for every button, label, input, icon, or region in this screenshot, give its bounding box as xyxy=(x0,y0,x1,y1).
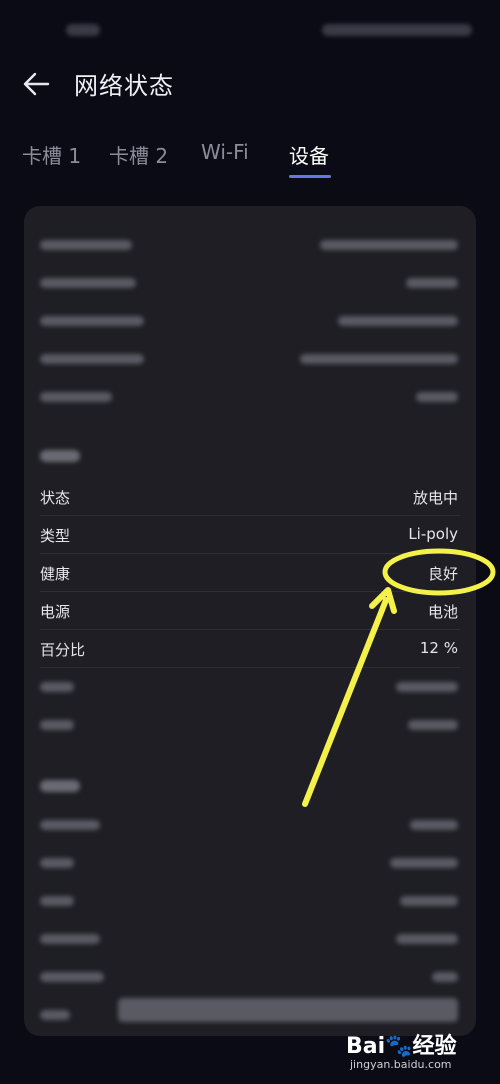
row-value: 良好 xyxy=(427,565,458,583)
status-icons xyxy=(322,24,472,36)
tab-wifi[interactable]: Wi-Fi xyxy=(201,140,249,164)
row-value: 电池 xyxy=(427,603,458,621)
row-label: 类型 xyxy=(40,527,71,545)
status-time xyxy=(66,24,100,36)
blurred-section-heading xyxy=(40,450,80,462)
blurred-row xyxy=(24,844,476,882)
row-label: 百分比 xyxy=(40,641,86,659)
app-header: 网络状态 xyxy=(0,56,500,112)
battery-health-row: 健康 良好 xyxy=(24,554,476,592)
battery-type-row: 类型 Li-poly xyxy=(24,516,476,554)
baidu-watermark: Bai🐾经验 jingyan.baidu.com xyxy=(346,1026,486,1076)
tab-bar: 卡槽 1 卡槽 2 Wi-Fi 设备 xyxy=(0,140,500,184)
page-title: 网络状态 xyxy=(74,72,174,100)
blurred-row xyxy=(24,302,476,340)
tab-sim-slot-1[interactable]: 卡槽 1 xyxy=(22,140,81,169)
blurred-row xyxy=(24,378,476,416)
row-value: Li-poly xyxy=(408,525,458,543)
blurred-row xyxy=(24,668,476,706)
row-value: 12 % xyxy=(419,639,458,657)
row-label: 健康 xyxy=(40,565,71,583)
tab-sim-slot-2[interactable]: 卡槽 2 xyxy=(109,140,168,169)
back-arrow-icon[interactable] xyxy=(20,68,52,100)
blurred-row xyxy=(24,806,476,844)
battery-status-row: 状态 放电中 xyxy=(24,478,476,516)
blurred-row xyxy=(24,882,476,920)
blurred-row xyxy=(24,264,476,302)
blurred-row xyxy=(24,920,476,958)
watermark-logo: Bai🐾经验 xyxy=(346,1034,457,1059)
blurred-row xyxy=(24,340,476,378)
blurred-section-heading xyxy=(40,780,80,792)
status-bar xyxy=(0,0,500,56)
blurred-row xyxy=(24,706,476,744)
row-label: 状态 xyxy=(40,489,71,507)
tab-device[interactable]: 设备 xyxy=(289,140,329,169)
blurred-row xyxy=(24,226,476,264)
watermark-url: jingyan.baidu.com xyxy=(350,1058,452,1071)
device-info-card: 状态 放电中 类型 Li-poly 健康 良好 电源 电池 百分比 12 % xyxy=(24,206,476,1036)
row-label: 电源 xyxy=(40,603,71,621)
row-value: 放电中 xyxy=(412,489,458,507)
battery-percentage-row: 百分比 12 % xyxy=(24,630,476,668)
battery-power-source-row: 电源 电池 xyxy=(24,592,476,630)
active-tab-indicator xyxy=(289,175,331,178)
